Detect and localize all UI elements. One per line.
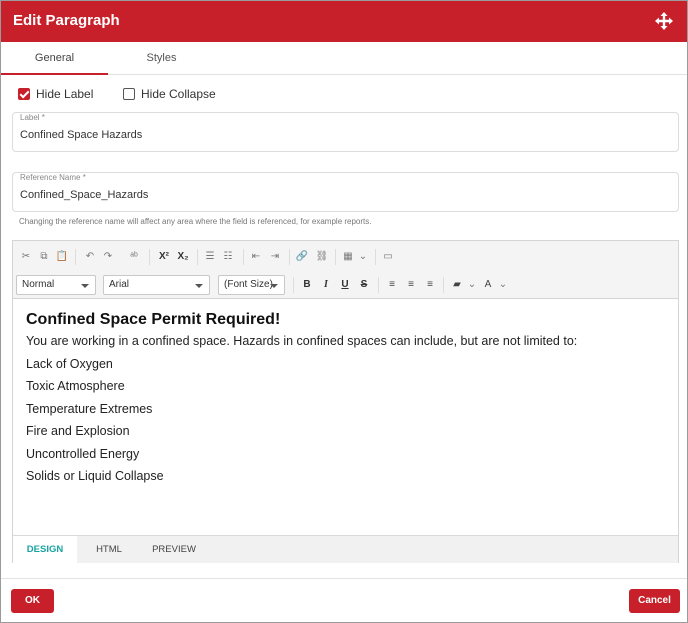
toolbar-divider [335, 249, 336, 265]
align-right-icon[interactable]: ≡ [423, 278, 437, 292]
toolbar-row-1: ✂ ⧉ 📋 ↶ ↷ ᵃᵇ X² X₂ ☰ ☷ ⇤ ⇥ 🔗 ⛓ ▦ ⌄ ▭ [13, 243, 678, 271]
dialog-title: Edit Paragraph [13, 12, 120, 29]
toolbar-divider [375, 249, 376, 265]
fill-color-icon[interactable]: ▰ [450, 278, 464, 292]
dialog-tabs: General Styles [1, 42, 687, 75]
edit-paragraph-dialog: Edit Paragraph General Styles Hide Label… [0, 0, 688, 623]
hazard-item: Lack of Oxygen [26, 356, 113, 371]
rich-text-editor: ✂ ⧉ 📋 ↶ ↷ ᵃᵇ X² X₂ ☰ ☷ ⇤ ⇥ 🔗 ⛓ ▦ ⌄ ▭ Nor… [12, 240, 679, 563]
numbered-list-icon[interactable]: ☰ [203, 250, 217, 264]
tab-html[interactable]: HTML [77, 536, 141, 563]
hazard-item: Uncontrolled Energy [26, 446, 140, 461]
content-paragraph: You are working in a confined space. Haz… [26, 334, 578, 348]
hide-collapse-option[interactable]: Hide Collapse [123, 87, 216, 101]
label-field[interactable]: Label * Confined Space Hazards [12, 112, 679, 152]
tab-design[interactable]: DESIGN [13, 536, 77, 563]
table-icon[interactable]: ▦ [341, 250, 355, 264]
copy-icon[interactable]: ⧉ [37, 250, 51, 264]
chevron-down-icon[interactable]: ⌄ [356, 250, 370, 264]
hide-label-option[interactable]: Hide Label [18, 87, 93, 101]
cut-icon[interactable]: ✂ [19, 250, 33, 264]
bold-icon[interactable]: B [300, 278, 314, 292]
chevron-down-icon[interactable]: ⌄ [465, 278, 479, 292]
link-icon[interactable]: 🔗 [295, 250, 309, 264]
align-left-icon[interactable]: ≡ [385, 278, 399, 292]
dialog-header: Edit Paragraph [1, 1, 687, 42]
font-color-icon[interactable]: A [481, 278, 495, 292]
reference-help-text: Changing the reference name will affect … [19, 217, 372, 226]
cancel-button[interactable]: Cancel [629, 589, 680, 613]
font-select[interactable]: Arial [103, 275, 210, 295]
editor-mode-tabs: DESIGN HTML PREVIEW [13, 535, 678, 563]
label-field-label: Label * [20, 113, 45, 122]
hide-label-checkbox[interactable] [18, 88, 30, 100]
toolbar-divider [293, 277, 294, 293]
toolbar-divider [243, 249, 244, 265]
label-input[interactable]: Confined Space Hazards [20, 129, 142, 141]
reference-name-input[interactable]: Confined_Space_Hazards [20, 189, 148, 201]
underline-icon[interactable]: U [338, 278, 352, 292]
tab-general[interactable]: General [1, 42, 108, 75]
hide-label-text: Hide Label [36, 87, 94, 101]
hazard-item: Fire and Explosion [26, 424, 130, 438]
font-size-select[interactable]: (Font Size) [218, 275, 285, 295]
hide-collapse-checkbox[interactable] [123, 88, 135, 100]
format-select[interactable]: Normal [16, 275, 96, 295]
tab-styles[interactable]: Styles [108, 42, 215, 75]
redo-icon[interactable]: ↷ [101, 250, 115, 264]
align-center-icon[interactable]: ≡ [404, 278, 418, 292]
chevron-down-icon[interactable]: ⌄ [496, 278, 510, 292]
undo-icon[interactable]: ↶ [83, 250, 97, 264]
unlink-icon[interactable]: ⛓ [315, 250, 329, 264]
move-arrows-icon[interactable] [655, 12, 673, 30]
toolbar-row-2: Normal Arial (Font Size) B I U S ≡ ≡ ≡ ▰… [13, 271, 678, 299]
content-heading: Confined Space Permit Required! [26, 311, 281, 328]
editor-toolbar: ✂ ⧉ 📋 ↶ ↷ ᵃᵇ X² X₂ ☰ ☷ ⇤ ⇥ 🔗 ⛓ ▦ ⌄ ▭ Nor… [13, 241, 678, 299]
toolbar-divider [443, 277, 444, 293]
italic-icon[interactable]: I [319, 278, 333, 292]
dialog-footer: OK Cancel [1, 578, 687, 622]
indent-icon[interactable]: ⇥ [268, 250, 282, 264]
ok-button[interactable]: OK [11, 589, 54, 613]
subscript-icon[interactable]: X₂ [176, 250, 190, 264]
toolbar-divider [197, 249, 198, 265]
outdent-icon[interactable]: ⇤ [249, 250, 263, 264]
editor-content-area[interactable]: Confined Space Permit Required! You are … [13, 299, 678, 535]
toolbar-divider [289, 249, 290, 265]
strikethrough-icon[interactable]: S [357, 278, 371, 292]
superscript-icon[interactable]: X² [157, 250, 171, 264]
source-view-icon[interactable]: ▭ [381, 250, 395, 264]
hazard-item: Solids or Liquid Collapse [26, 469, 164, 483]
hide-collapse-text: Hide Collapse [141, 87, 216, 101]
reference-name-label: Reference Name * [20, 173, 86, 182]
tab-preview[interactable]: PREVIEW [141, 536, 207, 563]
spellcheck-icon[interactable]: ᵃᵇ [127, 250, 141, 264]
reference-name-field[interactable]: Reference Name * Confined_Space_Hazards [12, 172, 679, 212]
paste-icon[interactable]: 📋 [55, 250, 69, 264]
bullet-list-icon[interactable]: ☷ [221, 250, 235, 264]
hazard-item: Toxic Atmosphere [26, 379, 125, 393]
hazard-item: Temperature Extremes [26, 401, 153, 416]
toolbar-divider [75, 249, 76, 265]
toolbar-divider [378, 277, 379, 293]
toolbar-divider [149, 249, 150, 265]
